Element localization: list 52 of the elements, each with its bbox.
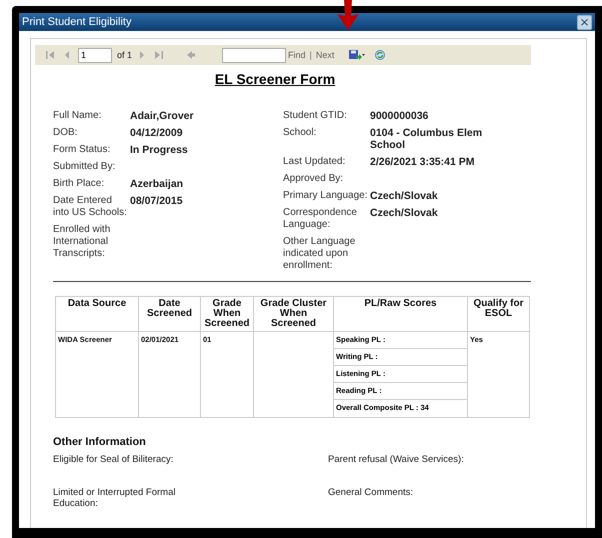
arrow-icon bbox=[336, 0, 360, 30]
field-label: School: bbox=[283, 127, 318, 140]
next-link[interactable]: Next bbox=[316, 50, 334, 60]
close-button[interactable]: × bbox=[577, 14, 592, 30]
column-header: Qualify for ESOL bbox=[468, 296, 530, 332]
field-label: Approved By: bbox=[283, 173, 344, 185]
field-value: Czech/Slovak bbox=[370, 207, 439, 221]
field-label: Date Entered into US Schools: bbox=[53, 195, 128, 219]
field-label: Enrolled with International Transcripts: bbox=[53, 224, 112, 260]
field-label: DOB: bbox=[53, 127, 78, 139]
field-label: Parent refusal (Waive Services): bbox=[328, 454, 465, 465]
find-field[interactable] bbox=[222, 48, 286, 62]
separator: | bbox=[310, 50, 312, 60]
page-count: of 1 bbox=[117, 50, 132, 60]
back-icon[interactable] bbox=[187, 50, 196, 60]
field-label: Birth Place: bbox=[53, 178, 106, 190]
field-value: 04/12/2009 bbox=[130, 127, 184, 139]
first-page-icon[interactable] bbox=[46, 50, 54, 60]
field-value: In Progress bbox=[130, 144, 189, 156]
column-header: Grade When Screened bbox=[200, 296, 254, 332]
save-icon[interactable] bbox=[349, 50, 366, 60]
field-label: Eligible for Seal of Biliteracy: bbox=[53, 454, 174, 465]
window-title: Print Student Eligibility bbox=[22, 16, 132, 28]
field-value: 2/26/2021 3:35:41 PM bbox=[370, 156, 476, 168]
next-page-icon[interactable] bbox=[139, 50, 146, 60]
field-label: Form Status: bbox=[53, 144, 112, 156]
refresh-icon[interactable] bbox=[375, 50, 386, 60]
field-value: Azerbaijan bbox=[130, 178, 184, 190]
field-label: Last Updated: bbox=[283, 156, 346, 168]
column-header: PL/Raw Scores bbox=[334, 296, 468, 332]
field-value: 08/07/2015 bbox=[130, 195, 184, 209]
form-title: EL Screener Form bbox=[214, 71, 336, 87]
previous-page-icon[interactable] bbox=[64, 50, 70, 60]
field-label: Correspondence Language: bbox=[283, 207, 358, 231]
field-label: Submitted By: bbox=[53, 161, 116, 173]
field-label: Student GTID: bbox=[283, 110, 348, 122]
page-input[interactable]: 1 bbox=[78, 48, 112, 62]
field-value: Czech/Slovak bbox=[370, 190, 439, 202]
find-link[interactable]: Find bbox=[288, 50, 306, 60]
last-page-icon[interactable] bbox=[155, 50, 164, 60]
field-value: 9000000036 bbox=[370, 110, 430, 122]
field-label: Limited or Interrupted Formal Education: bbox=[53, 487, 176, 509]
section-title: Other Information bbox=[53, 436, 147, 448]
column-header: Grade Cluster When Screened bbox=[254, 296, 334, 332]
field-label: Primary Language: bbox=[283, 190, 368, 202]
field-label: Other Language indicated upon enrollment: bbox=[283, 236, 356, 272]
field-value: 0104 - Columbus Elem School bbox=[370, 127, 484, 151]
field-label: General Comments: bbox=[328, 487, 414, 500]
field-label: Full Name: bbox=[53, 110, 102, 122]
column-header: Data Source bbox=[56, 296, 138, 332]
field-value: Adair,Grover bbox=[130, 110, 195, 122]
column-header: Date Screened bbox=[138, 296, 200, 332]
